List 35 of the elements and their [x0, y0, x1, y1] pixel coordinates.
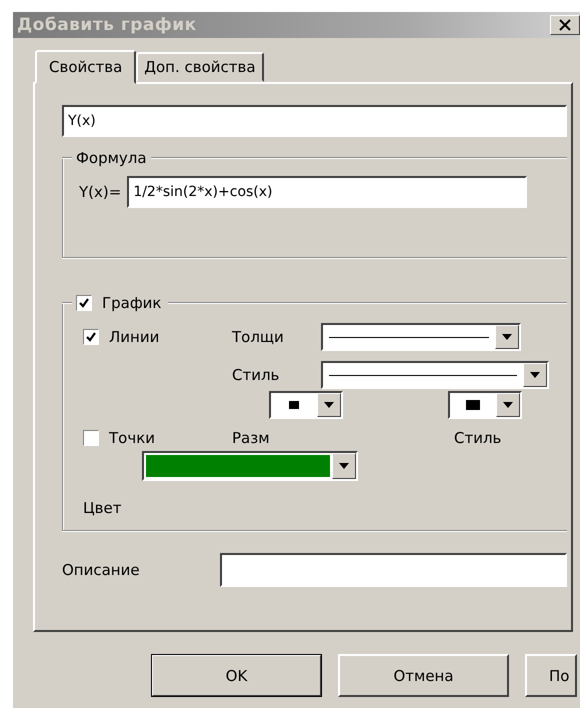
dialog-button[interactable]: По: [525, 654, 577, 697]
group-title: Формула: [76, 149, 147, 167]
caret-icon: [530, 372, 540, 378]
formula-label: Y(x)=: [79, 183, 122, 201]
checkbox-label[interactable]: График: [102, 294, 162, 312]
caret-icon: [324, 402, 334, 408]
window-title: Добавить график: [17, 15, 197, 35]
caret-icon: [502, 334, 512, 340]
name-field[interactable]: Y(x): [62, 105, 567, 137]
close-button[interactable]: [550, 15, 580, 35]
checkbox-label[interactable]: Линии: [109, 328, 160, 346]
close-icon: [558, 19, 572, 31]
checkbox-label[interactable]: Точки: [109, 429, 156, 447]
thickness-label: Толщи: [232, 328, 285, 346]
style-label: Стиль: [454, 429, 502, 447]
description-label: Описание: [62, 561, 141, 579]
tab[interactable]: Свойства: [35, 50, 136, 84]
point-style-dropdown[interactable]: [448, 391, 522, 419]
caret-icon: [503, 402, 513, 408]
checkbox[interactable]: [76, 295, 92, 311]
checkbox[interactable]: [83, 329, 99, 345]
caret-icon: [339, 463, 349, 469]
color-label: Цвет: [83, 499, 122, 517]
thickness-dropdown[interactable]: [321, 323, 521, 351]
color-dropdown[interactable]: [142, 451, 358, 481]
point-size-dropdown[interactable]: [269, 391, 343, 419]
formula-field[interactable]: 1/2*sin(2*x)+cos(x): [127, 176, 528, 208]
size-label: Разм: [232, 429, 271, 447]
dialog-button[interactable]: Отмена: [338, 654, 509, 697]
style-label: Стиль: [232, 366, 280, 384]
description-field[interactable]: [220, 553, 567, 587]
tab[interactable]: Доп. свойства: [136, 52, 264, 82]
checkbox[interactable]: [83, 430, 99, 446]
dialog-button[interactable]: OK: [151, 654, 322, 697]
line-style-dropdown[interactable]: [321, 361, 549, 389]
